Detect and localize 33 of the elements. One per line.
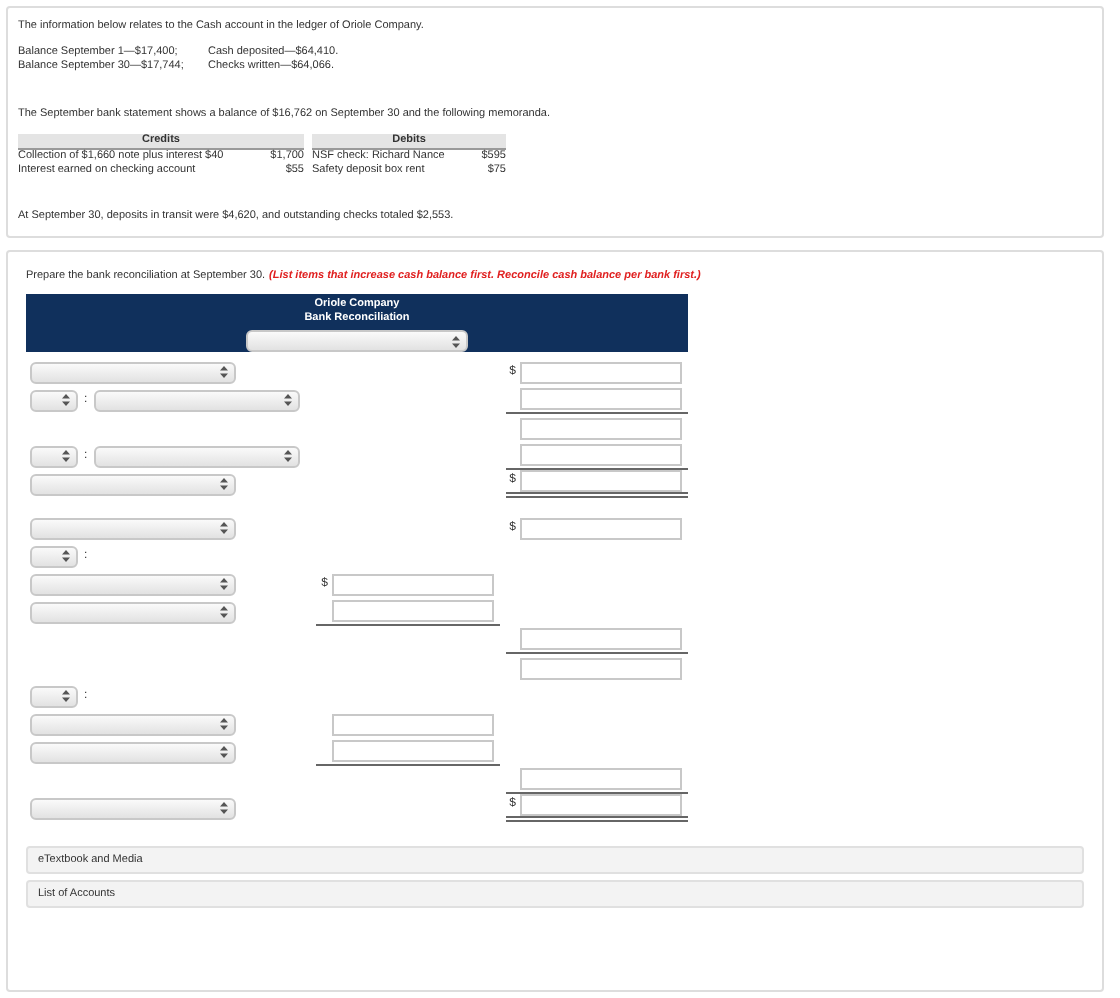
updown-arrows-icon <box>283 450 292 463</box>
amount-input[interactable] <box>520 628 682 651</box>
updown-arrows-icon <box>220 606 228 619</box>
updown-arrows-icon <box>220 746 228 759</box>
amount-input[interactable] <box>520 444 682 467</box>
updown-arrows-icon <box>220 578 228 591</box>
updown-arrows-icon <box>62 450 70 463</box>
amount-input[interactable] <box>520 361 682 384</box>
updown-arrows-icon <box>62 550 70 563</box>
updown-arrows-icon <box>62 690 70 703</box>
amount-input[interactable] <box>520 768 682 791</box>
updown-arrows-icon <box>220 478 228 491</box>
amount-input[interactable] <box>520 388 682 411</box>
updown-arrows-icon <box>220 802 228 815</box>
amount-input[interactable] <box>520 417 682 440</box>
amount-input[interactable] <box>332 713 494 736</box>
dropdown-select[interactable] <box>30 545 78 568</box>
dropdown-select[interactable] <box>30 389 78 412</box>
amount-input[interactable] <box>520 517 682 540</box>
updown-arrows-icon <box>62 394 70 407</box>
amount-input[interactable] <box>520 657 682 680</box>
updown-arrows-icon <box>220 366 228 379</box>
amount-input[interactable] <box>332 573 494 596</box>
amount-input[interactable] <box>332 600 494 623</box>
updown-arrows-icon <box>220 522 228 535</box>
dropdown-select[interactable] <box>30 445 78 468</box>
updown-arrows-icon <box>283 394 292 407</box>
amount-input[interactable] <box>332 740 494 763</box>
dropdown-select[interactable] <box>30 685 78 708</box>
updown-arrows-icon <box>452 335 460 348</box>
amount-input[interactable] <box>520 794 682 817</box>
updown-arrows-icon <box>220 718 228 731</box>
amount-input[interactable] <box>520 470 682 493</box>
